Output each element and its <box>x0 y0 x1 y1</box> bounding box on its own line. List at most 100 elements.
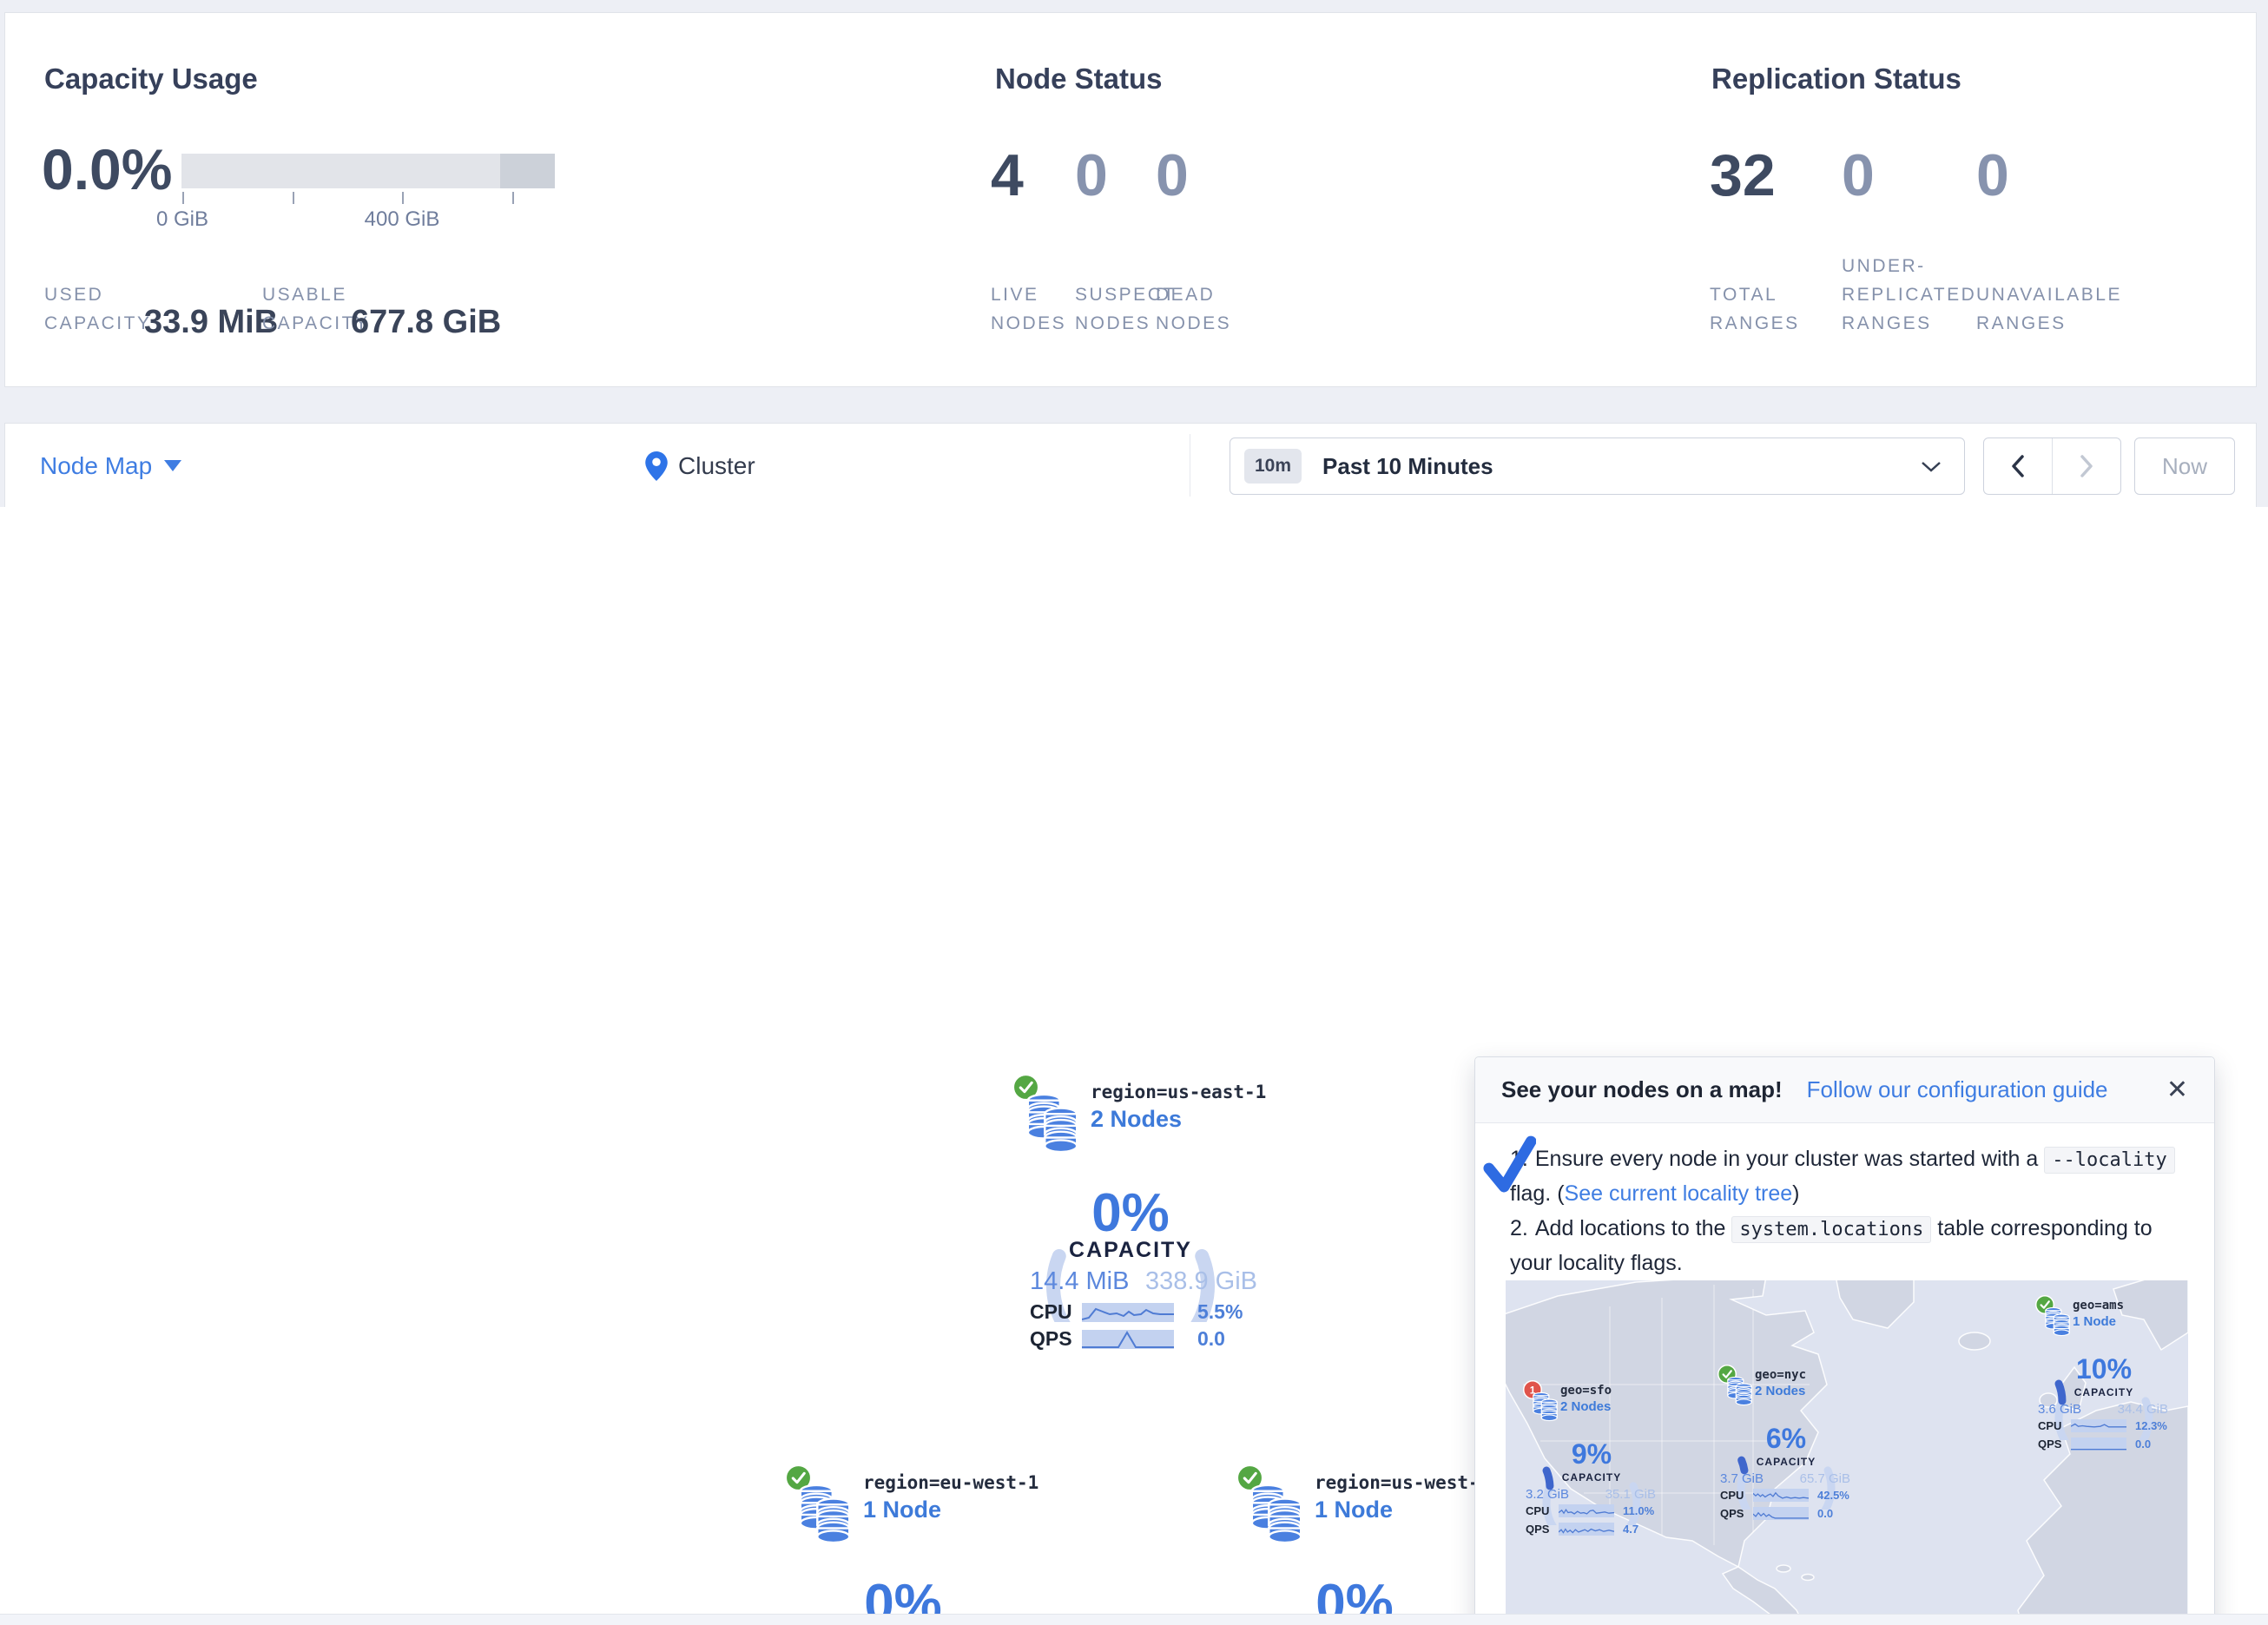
popup-header: See your nodes on a map! Follow our conf… <box>1475 1057 2214 1123</box>
capacity-label: CAPACITY <box>1035 1238 1226 1263</box>
region-group-us-east-1[interactable]: region=us-east-1 2 Nodes 0% CAPACITY 14.… <box>999 1064 1268 1364</box>
caret-down-icon <box>164 460 181 471</box>
qps-label: QPS <box>1720 1507 1753 1520</box>
qps-label: QPS <box>1030 1327 1082 1351</box>
capacity-total: 34.4 GiB <box>2118 1402 2168 1417</box>
qps-row: QPS 0.0 <box>1720 1507 1854 1520</box>
region-group-eu-west-1[interactable]: region=eu-west-1 1 Node 0% CAPACITY 9.9 … <box>771 1455 1040 1625</box>
cpu-label: CPU <box>1526 1504 1559 1517</box>
live-nodes-label: LIVE NODES <box>991 280 1069 338</box>
time-step-back-button[interactable] <box>1984 438 2053 494</box>
capacity-percent: 0% <box>1035 1182 1226 1244</box>
capacity-percent: 6% <box>1730 1423 1843 1455</box>
cpu-sparkline <box>1559 1504 1614 1517</box>
time-range-label: Past 10 Minutes <box>1322 453 1493 480</box>
dead-nodes-value: 0 <box>1156 141 1189 209</box>
capacity-usage-bar <box>181 154 555 188</box>
view-selector-dropdown[interactable]: Node Map <box>40 424 181 508</box>
capacity-used: 14.4 MiB <box>1030 1267 1129 1296</box>
time-step-forward-button[interactable] <box>2053 438 2120 494</box>
cpu-row: CPU 12.3% <box>2038 1419 2172 1432</box>
qps-value: 0.0 <box>1197 1327 1225 1351</box>
qps-sparkline <box>2071 1438 2126 1451</box>
time-range-badge: 10m <box>1244 449 1302 484</box>
qps-value: 4.7 <box>1623 1523 1638 1536</box>
capacity-used: 3.7 GiB <box>1720 1471 1764 1486</box>
cpu-sparkline <box>2071 1419 2126 1432</box>
cpu-row: CPU 11.0% <box>1526 1504 1659 1517</box>
region-name: region=us-east-1 <box>1091 1082 1266 1102</box>
step-done-check-icon <box>1482 1134 1536 1196</box>
qps-sparkline <box>1753 1507 1809 1520</box>
cpu-value: 5.5% <box>1197 1300 1243 1324</box>
popup-title: See your nodes on a map! <box>1501 1076 1783 1103</box>
capacity-used: 3.6 GiB <box>2038 1402 2081 1417</box>
cpu-row: CPU 5.5% <box>1030 1300 1256 1324</box>
qps-row: QPS 4.7 <box>1526 1523 1659 1536</box>
capacity-usage-title: Capacity Usage <box>44 62 258 95</box>
qps-label: QPS <box>1526 1523 1559 1536</box>
capacity-total: 338.9 GiB <box>1145 1267 1257 1296</box>
step-text: Add locations to the <box>1535 1216 1732 1240</box>
capacity-percent: 9% <box>1535 1438 1648 1470</box>
suspect-nodes-value: 0 <box>1075 141 1108 209</box>
step-number: 2. <box>1510 1216 1528 1240</box>
capacity-label: CAPACITY <box>1730 1456 1843 1468</box>
region-name: geo=sfo <box>1560 1384 1612 1398</box>
replication-status-title: Replication Status <box>1711 62 1961 95</box>
breadcrumb-label: Cluster <box>678 452 755 480</box>
cpu-sparkline <box>1753 1489 1809 1502</box>
close-icon[interactable]: ✕ <box>2166 1075 2188 1105</box>
view-selector-label: Node Map <box>40 452 152 480</box>
qps-row: QPS 0.0 <box>2038 1438 2172 1451</box>
axis-tick-label: 400 GiB <box>350 207 454 232</box>
cpu-value: 11.0% <box>1623 1504 1654 1517</box>
region-name: region=eu-west-1 <box>863 1472 1038 1493</box>
time-step-buttons <box>1983 438 2121 495</box>
locality-flag-code: --locality <box>2044 1147 2174 1174</box>
region-name: region=us-west-1 <box>1315 1472 1490 1493</box>
unavailable-ranges-label: UNAVAILABLE RANGES <box>1976 280 2146 338</box>
capacity-percent: 10% <box>2047 1353 2160 1385</box>
locality-tree-link[interactable]: See current locality tree <box>1565 1181 1793 1206</box>
node-map-config-popup: See your nodes on a map! Follow our conf… <box>1474 1056 2215 1625</box>
configuration-guide-link[interactable]: Follow our configuration guide <box>1807 1076 2108 1103</box>
capacity-label: CAPACITY <box>1535 1471 1648 1484</box>
bottom-strip <box>0 1614 2268 1625</box>
used-capacity-label: USED CAPACITY <box>44 280 142 338</box>
chevron-left-icon <box>2010 454 2026 478</box>
under-replicated-ranges-value: 0 <box>1842 141 1875 209</box>
step-text: ) <box>1792 1181 1799 1206</box>
map-region-geo-sfo: 1 geo=sfo 2 Nodes 9% CAPACITY 3.2 GiB 35… <box>1519 1376 1659 1549</box>
region-name: geo=nyc <box>1755 1368 1806 1382</box>
qps-sparkline <box>1082 1330 1174 1349</box>
region-node-count: 1 Node <box>863 1497 941 1523</box>
qps-value: 0.0 <box>2135 1438 2151 1451</box>
chevron-right-icon <box>2079 454 2094 478</box>
axis-tick <box>402 192 404 204</box>
step-text: Ensure every node in your cluster was st… <box>1535 1147 2044 1171</box>
region-group-us-west-1[interactable]: region=us-west-1 1 Node 0% CAPACITY 9.6 … <box>1223 1455 1492 1625</box>
time-range-select[interactable]: 10m Past 10 Minutes <box>1230 438 1965 495</box>
axis-tick <box>512 192 514 204</box>
capacity-total: 65.7 GiB <box>1800 1471 1850 1486</box>
node-map-canvas: region=us-east-1 2 Nodes 0% CAPACITY 14.… <box>0 507 2268 1614</box>
qps-row: QPS 0.0 <box>1030 1327 1256 1351</box>
capacity-usage-bar-reserved <box>500 154 555 188</box>
capacity-label: CAPACITY <box>2047 1386 2160 1398</box>
cpu-value: 42.5% <box>1817 1489 1849 1502</box>
now-button[interactable]: Now <box>2134 438 2235 495</box>
used-capacity-value: 33.9 MiB <box>144 304 278 341</box>
qps-sparkline <box>1559 1523 1614 1536</box>
capacity-usage-percent: 0.0% <box>42 136 172 202</box>
live-nodes-value: 4 <box>991 141 1024 209</box>
dead-nodes-label: DEAD NODES <box>1156 280 1238 338</box>
map-region-geo-nyc: geo=nyc 2 Nodes 6% CAPACITY 3.7 GiB 65.7… <box>1713 1360 1854 1534</box>
region-node-count: 1 Node <box>1315 1497 1393 1523</box>
total-ranges-value: 32 <box>1710 141 1776 209</box>
node-map-page: Capacity Usage 0.0% 0 GiB 400 GiB USED C… <box>0 0 2268 1625</box>
cpu-label: CPU <box>1720 1489 1753 1502</box>
cpu-label: CPU <box>1030 1300 1082 1324</box>
qps-label: QPS <box>2038 1438 2071 1451</box>
capacity-total: 35.1 GiB <box>1605 1487 1656 1502</box>
